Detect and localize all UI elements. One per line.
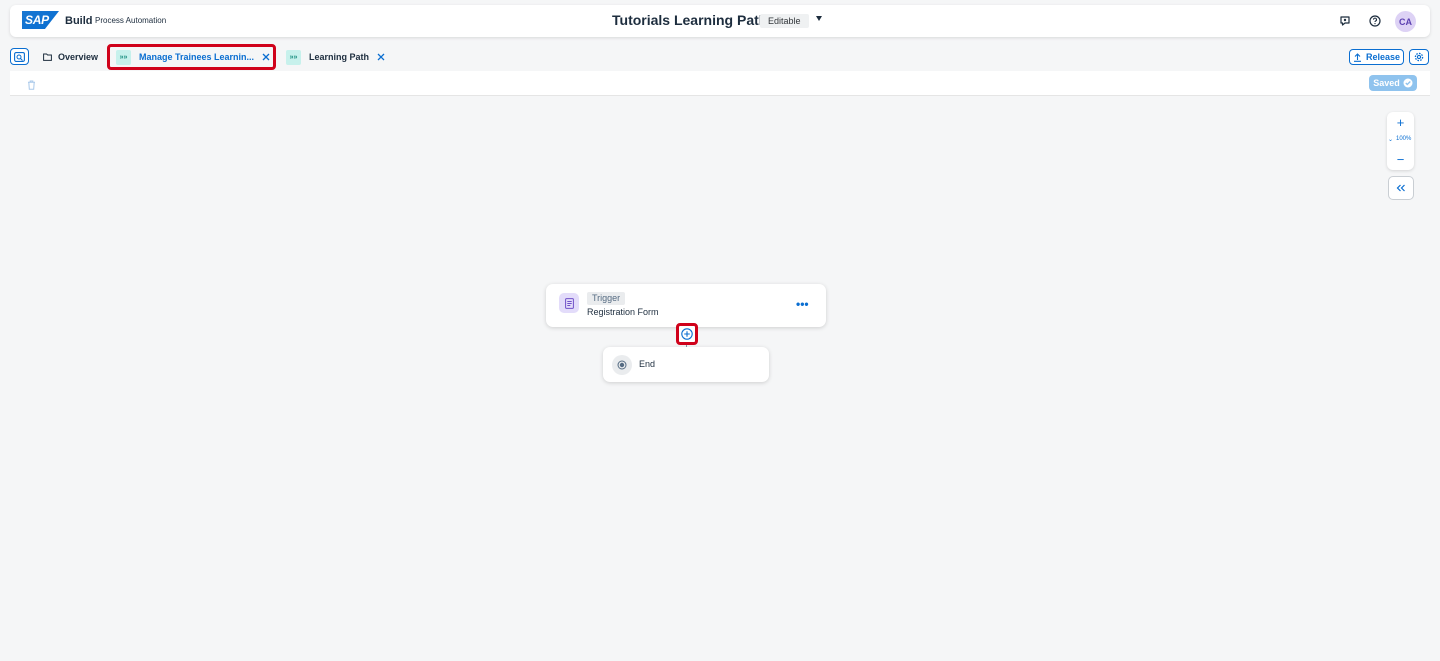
editor-tab-bar: Overview »» Manage Trainees Learnin... »… [0,44,1440,70]
process-icon: »» [116,49,131,65]
tab-learning-path[interactable]: »» Learning Path [286,44,385,70]
trigger-name: Registration Form [587,307,659,317]
zoom-level[interactable]: 100% [1396,136,1411,142]
project-title: Tutorials Learning Path [612,12,768,28]
sap-logo[interactable]: SAP [22,11,59,29]
zoom-controls: + ⌄ 100% − [1387,112,1414,170]
joule-assistant-icon[interactable] [1337,13,1353,29]
zoom-dropdown-caret-icon[interactable]: ⌄ [1388,136,1393,143]
trigger-badge: Trigger [587,292,626,305]
process-icon: »» [286,49,301,65]
shell-bar: SAP Build Process Automation Tutorials L… [10,5,1430,37]
upload-icon [1353,52,1361,62]
canvas-toolbar: Saved [10,71,1430,96]
tab-overview[interactable]: Overview [43,44,98,70]
close-tab-icon[interactable] [262,53,270,61]
folder-icon [43,53,52,61]
double-chevron-left-icon [1396,184,1405,192]
settings-button[interactable] [1409,49,1429,65]
tab-label: Learning Path [309,52,370,62]
help-icon[interactable] [1367,13,1383,29]
tab-label: Overview [58,52,99,62]
status-badge: Editable [760,14,809,28]
more-options-icon[interactable]: ••• [796,297,809,311]
close-tab-icon[interactable] [377,53,385,61]
navigation-pane-icon [14,51,25,62]
stop-icon [612,355,632,375]
end-label: End [639,359,656,369]
check-circle-icon [1403,78,1413,88]
product-subtitle: Process Automation [95,16,167,25]
end-node[interactable]: End [603,347,769,382]
zoom-out-button[interactable]: − [1387,151,1414,167]
gear-icon [1414,52,1424,62]
navigation-pane-button[interactable] [10,48,29,65]
tab-manage-trainees[interactable]: »» Manage Trainees Learnin... [107,44,276,70]
release-button[interactable]: Release [1349,49,1404,65]
user-avatar[interactable]: CA [1395,11,1416,32]
release-label: Release [1365,52,1401,62]
tab-label: Manage Trainees Learnin... [139,52,255,62]
zoom-in-button[interactable]: + [1387,114,1414,130]
saved-label: Saved [1373,78,1400,88]
saved-status-badge: Saved [1369,75,1417,91]
form-icon [559,293,579,313]
product-name: Build [65,15,93,27]
add-step-button[interactable] [676,323,698,345]
collapse-panel-button[interactable] [1388,176,1414,200]
delete-icon[interactable] [27,77,36,95]
project-menu-caret-icon[interactable] [816,16,822,21]
plus-circle-icon [681,328,693,340]
trigger-node[interactable]: Trigger Registration Form ••• [546,284,826,327]
